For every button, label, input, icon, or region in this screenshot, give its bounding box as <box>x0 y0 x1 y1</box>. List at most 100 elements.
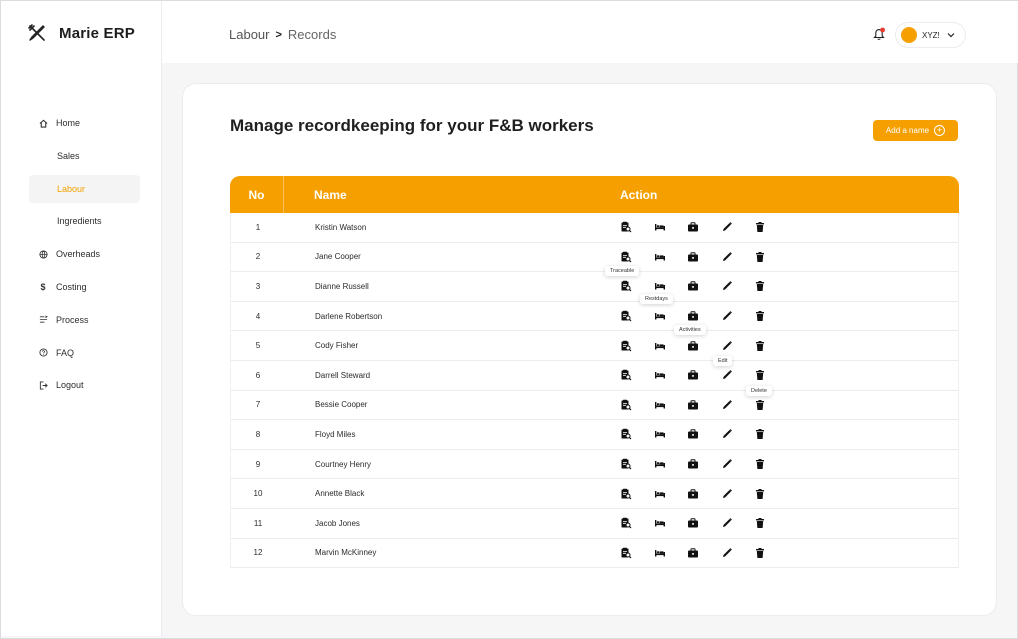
restdays-bed-icon[interactable] <box>653 398 667 412</box>
table-row: 2 Jane Cooper <box>230 242 959 273</box>
restdays-bed-icon[interactable] <box>653 368 667 382</box>
edit-pencil-icon[interactable] <box>720 279 734 293</box>
activities-briefcase-icon[interactable] <box>686 546 700 560</box>
sidebar-item-label: Labour <box>57 183 86 194</box>
user-menu[interactable]: XYZ! <box>895 22 966 48</box>
delete-trash-icon[interactable] <box>753 546 767 560</box>
restdays-bed-icon[interactable] <box>653 487 667 501</box>
traceable-icon[interactable] <box>619 398 633 412</box>
sidebar-item-label: Costing <box>56 281 87 292</box>
sidebar-item-label: Ingredients <box>57 216 102 227</box>
activities-briefcase-icon[interactable] <box>686 457 700 471</box>
row-actions <box>592 427 958 441</box>
restdays-bed-icon[interactable] <box>653 516 667 530</box>
row-name: Jacob Jones <box>315 518 360 528</box>
traceable-icon[interactable] <box>619 339 633 353</box>
table-header: No Name Action <box>230 176 959 213</box>
table-row: 10 Annette Black <box>230 479 959 509</box>
edit-pencil-icon[interactable] <box>720 457 734 471</box>
delete-trash-icon[interactable] <box>753 368 767 382</box>
delete-trash-icon[interactable] <box>753 487 767 501</box>
traceable-tooltip: Traceable <box>605 266 640 276</box>
row-name: Jane Cooper <box>315 252 361 262</box>
restdays-bed-icon[interactable] <box>653 220 667 234</box>
row-name: Dianne Russell <box>315 281 369 291</box>
brand[interactable]: Marie ERP <box>27 23 135 43</box>
restdays-bed-icon[interactable] <box>653 250 667 264</box>
top-header: Labour > Records XYZ! <box>162 1 1018 63</box>
breadcrumb-parent[interactable]: Labour <box>229 27 269 42</box>
home-icon <box>38 118 48 128</box>
traceable-icon[interactable] <box>619 279 633 293</box>
edit-pencil-icon[interactable] <box>720 250 734 264</box>
activities-briefcase-icon[interactable] <box>686 309 700 323</box>
sidebar-item-faq[interactable]: FAQ <box>29 339 140 367</box>
edit-pencil-icon[interactable] <box>720 220 734 234</box>
logout-icon <box>38 380 48 390</box>
restdays-bed-icon[interactable] <box>653 279 667 293</box>
page-title: Manage recordkeeping for your F&B worker… <box>230 116 594 135</box>
activities-briefcase-icon[interactable] <box>686 339 700 353</box>
delete-trash-icon[interactable] <box>753 427 767 441</box>
row-number: 3 <box>255 281 261 291</box>
restdays-bed-icon[interactable] <box>653 546 667 560</box>
activities-briefcase-icon[interactable] <box>686 427 700 441</box>
edit-pencil-icon[interactable] <box>720 398 734 412</box>
sidebar-item-costing[interactable]: $ Costing <box>29 273 140 301</box>
delete-trash-icon[interactable] <box>753 309 767 323</box>
activities-briefcase-icon[interactable] <box>686 220 700 234</box>
delete-trash-icon[interactable] <box>753 339 767 353</box>
edit-pencil-icon[interactable] <box>720 309 734 323</box>
edit-pencil-icon[interactable] <box>720 368 734 382</box>
traceable-icon[interactable] <box>619 220 633 234</box>
traceable-icon[interactable] <box>619 427 633 441</box>
restdays-bed-icon[interactable] <box>653 309 667 323</box>
brand-name: Marie ERP <box>59 24 135 42</box>
sidebar-item-home[interactable]: Home <box>29 109 140 137</box>
row-number: 9 <box>255 459 261 469</box>
row-name: Darlene Robertson <box>315 311 383 321</box>
edit-pencil-icon[interactable] <box>720 487 734 501</box>
edit-pencil-icon[interactable] <box>720 339 734 353</box>
add-name-button[interactable]: Add a name + <box>873 120 958 141</box>
edit-pencil-icon[interactable] <box>720 516 734 530</box>
traceable-icon[interactable] <box>619 487 633 501</box>
row-number: 8 <box>255 429 261 439</box>
traceable-icon[interactable] <box>619 368 633 382</box>
activities-briefcase-icon[interactable] <box>686 516 700 530</box>
table-row: 3 Dianne Russell <box>230 272 959 302</box>
activities-briefcase-icon[interactable] <box>686 398 700 412</box>
table-row: 7 Bessie Cooper <box>230 390 959 421</box>
sidebar-item-ingredients[interactable]: Ingredients <box>29 207 140 235</box>
sidebar-item-labour[interactable]: Labour <box>29 174 140 203</box>
restdays-bed-icon[interactable] <box>653 457 667 471</box>
sidebar-item-process[interactable]: Process <box>29 306 140 334</box>
column-header-name: Name <box>314 187 347 202</box>
sidebar-item-logout[interactable]: Logout <box>29 371 140 399</box>
restdays-bed-icon[interactable] <box>653 339 667 353</box>
restdays-bed-icon[interactable] <box>653 427 667 441</box>
chevron-down-icon <box>947 31 955 40</box>
activities-briefcase-icon[interactable] <box>686 487 700 501</box>
edit-pencil-icon[interactable] <box>720 546 734 560</box>
delete-trash-icon[interactable] <box>753 516 767 530</box>
activities-briefcase-icon[interactable] <box>686 368 700 382</box>
traceable-icon[interactable] <box>619 250 633 264</box>
notification-bell-icon[interactable] <box>871 26 887 42</box>
traceable-icon[interactable] <box>619 457 633 471</box>
delete-trash-icon[interactable] <box>753 398 767 412</box>
traceable-icon[interactable] <box>619 516 633 530</box>
row-number: 4 <box>255 311 261 321</box>
table-row: 6 Darrell Steward <box>230 360 959 391</box>
activities-briefcase-icon[interactable] <box>686 279 700 293</box>
traceable-icon[interactable] <box>619 546 633 560</box>
delete-trash-icon[interactable] <box>753 279 767 293</box>
activities-briefcase-icon[interactable] <box>686 250 700 264</box>
edit-pencil-icon[interactable] <box>720 427 734 441</box>
delete-trash-icon[interactable] <box>753 457 767 471</box>
sidebar-item-sales[interactable]: Sales <box>29 142 140 170</box>
delete-trash-icon[interactable] <box>753 220 767 234</box>
sidebar-item-overheads[interactable]: Overheads <box>29 240 140 268</box>
traceable-icon[interactable] <box>619 309 633 323</box>
delete-trash-icon[interactable] <box>753 250 767 264</box>
